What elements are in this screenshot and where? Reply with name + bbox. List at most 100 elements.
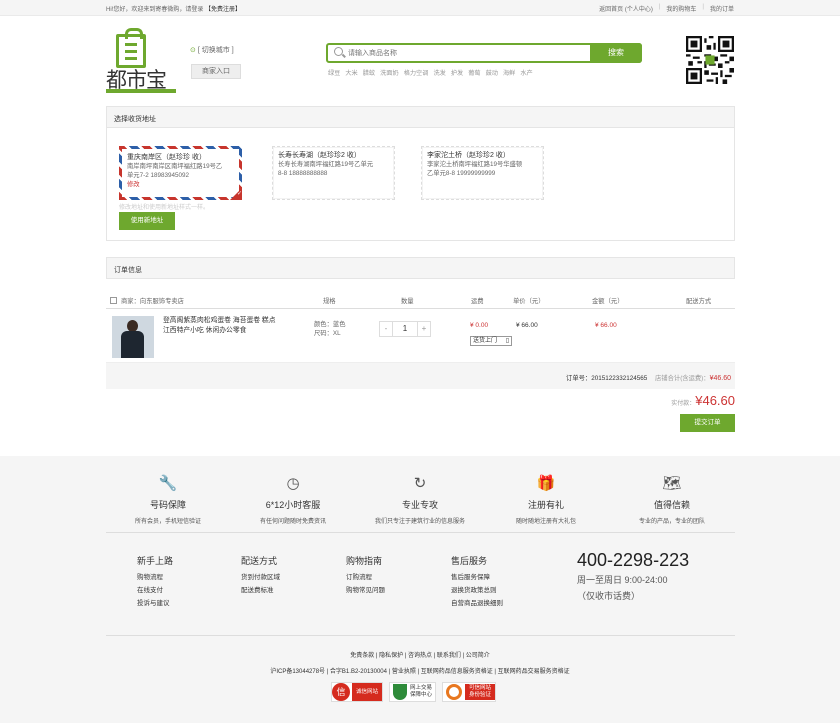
feature-item: ◷ 6*12小时客服 有任何问题随时免费资讯: [238, 474, 348, 525]
help-column: 新手上路 购物流程 在线支付 投诉与建议: [137, 555, 173, 610]
address-card[interactable]: 长寿长寿湖（赵珍珍2 收） 长寿长寿湖南坪福红路19号乙单元 8-8 18888…: [272, 146, 395, 200]
hot-keyword[interactable]: 腊蚊: [363, 68, 375, 77]
top-bar: Hi!您好，欢迎来到寄春微购，请登录 【免费注册】 返回首页 (个人中心) | 我…: [0, 0, 840, 16]
help-link[interactable]: 自营商品退换细则: [451, 597, 503, 610]
search-icon: [334, 47, 343, 56]
address-card[interactable]: 李家沱土桥（赵珍珍2 收） 李家沱土桥南坪福红路19号华盛顿 乙单元8-8 19…: [421, 146, 544, 200]
register-link[interactable]: 【免费注册】: [205, 7, 241, 13]
hot-keyword[interactable]: 洗面奶: [380, 68, 399, 77]
qr-code-icon: [686, 36, 734, 84]
edit-address-link[interactable]: 修改: [127, 180, 234, 189]
bag-logo-icon: [116, 28, 146, 68]
shop-total: ¥46.60: [709, 375, 731, 382]
pay-total: 实付款：¥46.60: [671, 393, 735, 408]
search-bar: 搜索: [326, 43, 642, 63]
order-number: 订单号：2015122332124565: [566, 375, 648, 382]
help-link[interactable]: 货到付款区域: [241, 571, 280, 584]
quantity-stepper: - 1 +: [379, 321, 431, 337]
search-input[interactable]: [348, 46, 578, 60]
submit-order-button[interactable]: 提交订单: [680, 414, 735, 432]
clock-icon: ◷: [286, 475, 300, 492]
qty-input[interactable]: 1: [393, 321, 417, 337]
hot-keyword[interactable]: 大米: [345, 68, 357, 77]
address-section: 重庆南岸区（赵珍珍 收） 南岸南坪南岸区南坪福红路19号乙 单元7-2 1898…: [106, 127, 735, 241]
use-new-address-button[interactable]: 使用新地址: [119, 212, 175, 230]
search-button[interactable]: 搜索: [590, 43, 642, 63]
trust-badge[interactable]: 信诚信网站: [331, 682, 384, 702]
shop-checkbox[interactable]: [110, 297, 117, 304]
shipping-select[interactable]: 送货上门 ▯: [470, 336, 512, 346]
hot-keyword[interactable]: 水产: [520, 68, 532, 77]
login-link[interactable]: Hi!您好，欢迎来到寄春微购，请登录: [106, 7, 203, 13]
city-switch[interactable]: ⊙[ 切换城市 ]: [190, 45, 234, 55]
greeting: Hi!您好，欢迎来到寄春微购，请登录 【免费注册】: [106, 4, 241, 13]
feature-item: 🗺 值得信赖 专业的产品，专业的团队: [617, 474, 727, 525]
feature-item: 🔧 号码保障 所有会员，手机短信验证: [113, 474, 223, 525]
page: Hi!您好，欢迎来到寄春微购，请登录 【免费注册】 返回首页 (个人中心) | 我…: [0, 0, 840, 723]
qty-plus-button[interactable]: +: [417, 321, 431, 337]
order-summary: 订单号：2015122332124565 店铺合计(含运费)：¥46.60: [106, 363, 735, 389]
hot-keyword[interactable]: 海鲜: [503, 68, 515, 77]
address-recipient: 李家沱土桥（赵珍珍2 收）: [427, 152, 510, 159]
orders-link[interactable]: 我的订单: [710, 4, 734, 13]
verified-icon: [446, 684, 463, 700]
location-pin-icon: ⊙: [190, 47, 196, 54]
map-icon: 🗺: [662, 475, 682, 492]
col-amount: 金额（元）: [592, 298, 624, 305]
merchant-entry-button[interactable]: 商家入口: [191, 64, 241, 79]
shield-icon: [393, 684, 408, 700]
help-link[interactable]: 购物常见问题: [346, 584, 385, 597]
wrench-icon: 🔧: [158, 475, 178, 492]
hot-keyword[interactable]: 葡萄: [468, 68, 480, 77]
help-link[interactable]: 售后服务保障: [451, 571, 503, 584]
product-name-link[interactable]: 登高阁紫蒸肉松鸡蛋卷 海苔蛋卷 糕点 江西特产小吃 休闲办公零食: [163, 316, 276, 336]
hot-keyword[interactable]: 洗发: [433, 68, 445, 77]
credit-seal-icon: 信: [332, 683, 350, 701]
footer-links[interactable]: 免責条款 | 隐私保护 | 咨询热点 | 联系我们 | 公司简介: [0, 650, 840, 659]
help-link[interactable]: 在线支付: [137, 584, 173, 597]
cart-link[interactable]: 我的购物车: [666, 4, 696, 13]
address-line: 长寿长寿湖南坪福红路19号乙单元: [278, 161, 374, 168]
qty-minus-button[interactable]: -: [379, 321, 393, 337]
address-line: 南岸南坪南岸区南坪福红路19号乙: [127, 163, 223, 170]
home-link[interactable]: 返回首页 (个人中心): [599, 4, 653, 13]
trust-badges: 信诚信网站 网上交易 保障中心 可信网站 身份验证: [331, 682, 497, 702]
dropdown-icon: ▯: [505, 338, 509, 344]
product-image[interactable]: [112, 316, 154, 358]
help-link[interactable]: 订购流程: [346, 571, 385, 584]
address-card-selected[interactable]: 重庆南岸区（赵珍珍 收） 南岸南坪南岸区南坪福红路19号乙 单元7-2 1898…: [119, 146, 242, 200]
gift-icon: 🎁: [536, 475, 556, 492]
order-section-title: 订单信息: [106, 257, 735, 279]
help-link[interactable]: 配送费标准: [241, 584, 280, 597]
shop-header: 商家：向东服饰专卖店: [110, 296, 184, 305]
help-link[interactable]: 退换货政策总则: [451, 584, 503, 597]
address-line: 李家沱土桥南坪福红路19号华盛顿: [427, 161, 523, 168]
footer-license: 沪ICP备13044278号 | 合字B1.B2-20130004 | 营业执照…: [270, 669, 570, 675]
address-line: 单元7-2 18983945092: [127, 172, 189, 179]
help-column: 配送方式 货到付款区域 配送费标准: [241, 555, 280, 597]
hot-keyword[interactable]: 绿豆: [328, 68, 340, 77]
hot-keyword[interactable]: 鼓动: [486, 68, 498, 77]
trust-badge[interactable]: 网上交易 保障中心: [389, 682, 437, 702]
col-spec: 规格: [323, 298, 336, 305]
col-freight: 运费: [471, 298, 484, 305]
hot-keywords: 绿豆 大米 腊蚊 洗面奶 格力空调 洗发 护发 葡萄 鼓动 海鲜 水产: [328, 68, 533, 77]
address-recipient: 重庆南岸区（赵珍珍 收）: [127, 154, 206, 161]
freight-value: ¥ 0.00: [470, 322, 489, 329]
address-hint: 修改地址和使用新地址样式一样。: [119, 205, 210, 211]
trust-badge[interactable]: 可信网站 身份验证: [442, 682, 497, 702]
hot-keyword[interactable]: 护发: [451, 68, 463, 77]
site-logo[interactable]: 都市宝: [106, 28, 178, 100]
unit-price: ¥ 66.00: [516, 322, 538, 329]
item-amount: ¥ 66.00: [595, 322, 617, 329]
selected-check-icon: [230, 188, 242, 200]
address-line: 8-8 18888888888: [278, 170, 328, 177]
help-link[interactable]: 投诉与建议: [137, 597, 173, 610]
help-link[interactable]: 购物流程: [137, 571, 173, 584]
hot-keyword[interactable]: 格力空调: [404, 68, 429, 77]
top-links: 返回首页 (个人中心) | 我的购物车 | 我的订单: [599, 4, 734, 13]
product-spec: 颜色：蓝色 尺码：XL: [314, 321, 346, 337]
feature-item: ↻ 专业专攻 我们只专注于建筑行业的信息服务: [365, 474, 475, 525]
feature-item: 🎁 注册有礼 随时随地注册有大礼包: [491, 474, 601, 525]
col-shipping: 配送方式: [686, 298, 712, 305]
